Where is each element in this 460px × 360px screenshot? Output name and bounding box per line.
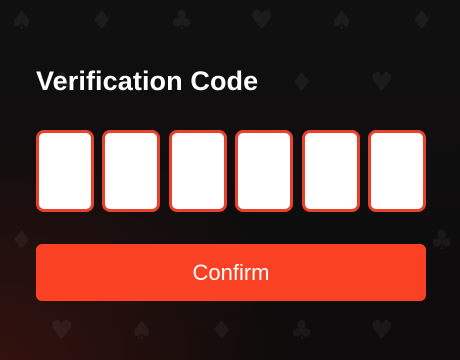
code-digit-2[interactable] [102, 130, 161, 212]
heart-icon: ♥ [50, 316, 74, 346]
club-icon: ♣ [290, 316, 314, 346]
club-icon: ♣ [430, 226, 454, 256]
diamond-icon: ♦ [90, 6, 114, 36]
page-title: Verification Code [36, 66, 259, 96]
code-digit-6[interactable] [367, 130, 426, 212]
code-digit-3[interactable] [168, 130, 227, 212]
diamond-icon: ♦ [10, 226, 34, 256]
heart-icon: ♥ [370, 68, 394, 98]
spade-icon: ♠ [330, 6, 354, 36]
diamond-icon: ♦ [210, 316, 234, 346]
confirm-button[interactable]: Confirm [36, 244, 426, 301]
code-digit-1[interactable] [36, 130, 94, 212]
spade-icon: ♠ [130, 316, 154, 346]
diamond-icon: ♦ [410, 6, 434, 36]
heart-icon: ♥ [370, 316, 394, 346]
diamond-icon: ♦ [290, 68, 314, 98]
code-digit-4[interactable] [235, 130, 294, 212]
club-icon: ♣ [170, 6, 194, 36]
verification-code-inputs [36, 130, 426, 214]
code-digit-5[interactable] [301, 130, 360, 212]
spade-icon: ♠ [10, 6, 34, 36]
heart-icon: ♥ [250, 6, 274, 36]
